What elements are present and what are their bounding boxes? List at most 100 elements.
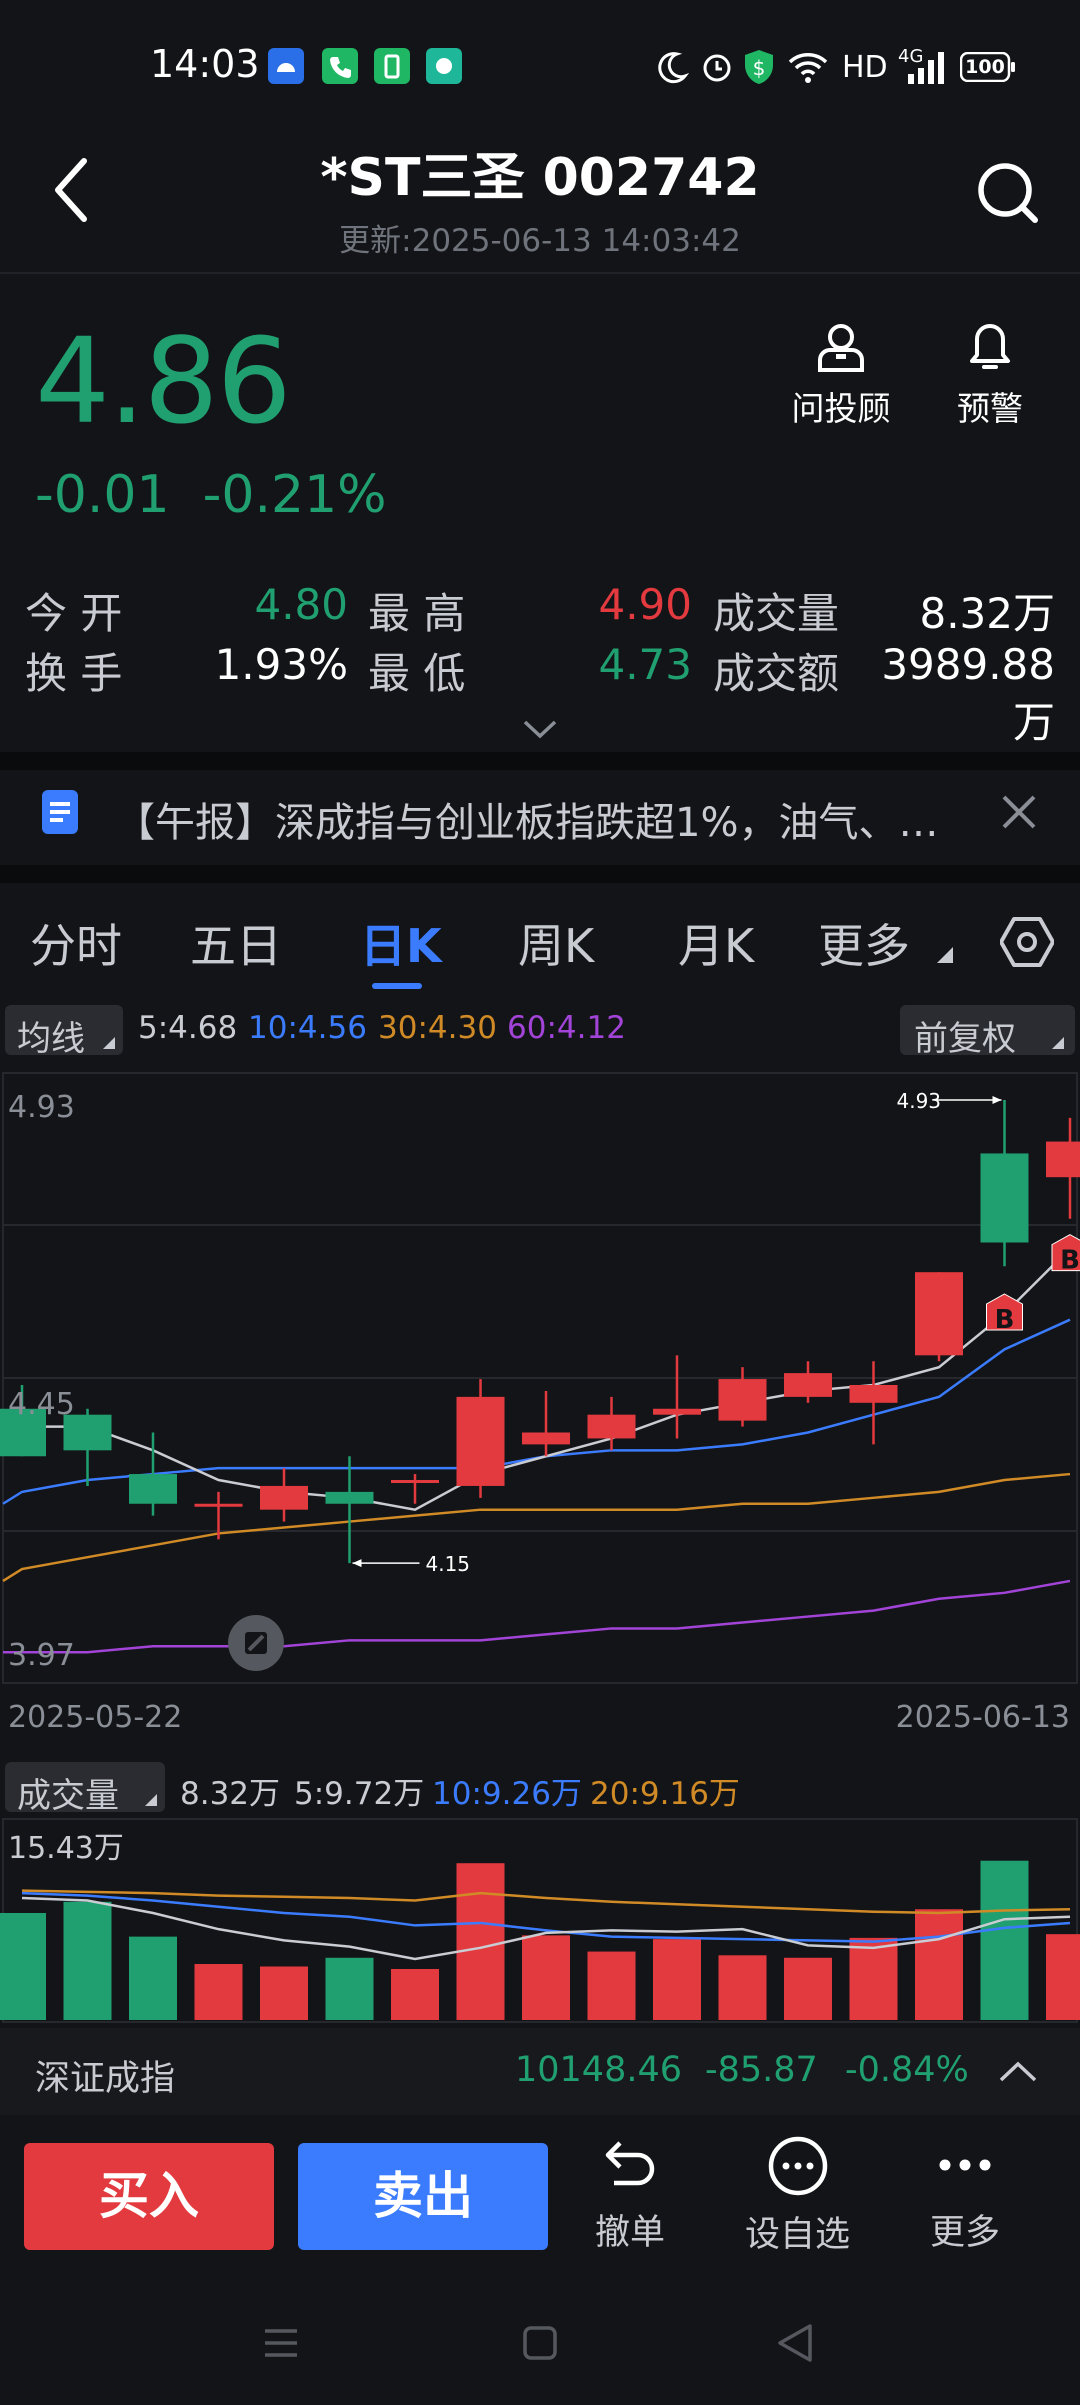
kline-grid [3, 1073, 1077, 1683]
volume-ma10: 10:9.26万 [432, 1768, 582, 1813]
ma-selector-label: 均线 [17, 1011, 85, 1060]
wifi-icon [788, 50, 828, 84]
candle-body [326, 1492, 374, 1504]
change-value: -0.01 [35, 465, 170, 525]
ma5-value: 5:4.68 [138, 1010, 237, 1046]
volume-bar [260, 1966, 308, 2020]
more-dots-icon [933, 2135, 997, 2195]
high-marker-arrow [993, 1096, 1002, 1104]
high-value: 4.90 [560, 580, 692, 629]
volume-selector[interactable]: 成交量 [5, 1762, 165, 1812]
candle-body [784, 1373, 832, 1397]
sell-button[interactable]: 卖出 [298, 2143, 548, 2250]
amount-value: 3989.88万 [840, 640, 1055, 750]
candle-body [457, 1397, 505, 1486]
index-name: 深证成指 [35, 2050, 175, 2101]
volume-y-top: 15.43万 [8, 1823, 124, 1867]
menu-icon[interactable] [263, 2325, 299, 2361]
network-label: HD [842, 50, 888, 85]
stats-row-2: 换 手 1.93% 最 低 4.73 成交额 3989.88万 [0, 640, 1080, 700]
candle-body [1046, 1142, 1080, 1178]
advisor-button[interactable]: 问投顾 [786, 322, 896, 430]
more-button[interactable]: 更多 [915, 2135, 1015, 2255]
news-text[interactable]: 【午报】深成指与创业板指跌超1%，油气、… [115, 790, 965, 848]
ma-selector[interactable]: 均线 [5, 1005, 123, 1055]
volume-chart[interactable] [0, 1818, 1080, 2023]
kline-chart[interactable]: 4.93 4.15 B B [0, 1072, 1080, 1684]
advisor-icon [816, 322, 866, 374]
battery-saver-icon [374, 48, 410, 84]
ma60-value: 60:4.12 [507, 1010, 626, 1046]
volume-bar [64, 1902, 112, 2020]
signal-icon [900, 50, 944, 84]
low-marker-label: 4.15 [426, 1552, 471, 1576]
volume-current: 8.32万 [180, 1768, 280, 1813]
amount-label: 成交额 [713, 640, 839, 701]
ma10-value: 10:4.56 [248, 1010, 367, 1046]
chevron-up-icon[interactable] [998, 2060, 1038, 2084]
settings-icon[interactable] [1000, 915, 1054, 969]
buy-marker-label: B [1060, 1246, 1080, 1276]
header-divider [0, 272, 1080, 274]
back-nav-icon[interactable] [776, 2323, 814, 2363]
phone-icon [322, 48, 358, 84]
kline-ma-lines [3, 1248, 1070, 1652]
cancel-order-button[interactable]: 撤单 [580, 2135, 680, 2255]
volume-selector-label: 成交量 [17, 1768, 119, 1817]
volume-bar [653, 1939, 701, 2020]
open-label: 今 开 [25, 580, 122, 641]
section-divider-2 [0, 865, 1080, 883]
candle-body [653, 1409, 701, 1415]
y-axis-top: 4.93 [8, 1090, 75, 1125]
tab-monthly-k[interactable]: 月K [678, 910, 754, 976]
vol_ma10-line [22, 1893, 1070, 1942]
low-label: 最 低 [368, 640, 465, 701]
chevron-down-icon[interactable] [522, 718, 558, 740]
candle-body [195, 1504, 243, 1507]
dropdown-triangle-icon [103, 1037, 115, 1049]
volume-bar [1046, 1934, 1080, 2020]
alert-button[interactable]: 预警 [935, 322, 1045, 430]
tab-more[interactable]: 更多 [818, 910, 910, 976]
candle-body [981, 1153, 1029, 1242]
page-title: *ST三圣 002742 [0, 135, 1080, 210]
home-icon[interactable] [522, 2325, 558, 2361]
volume-value: 8.32万 [860, 580, 1055, 641]
tab-five-day[interactable]: 五日 [190, 910, 282, 976]
tab-intraday[interactable]: 分时 [30, 910, 122, 976]
tab-weekly-k[interactable]: 周K [518, 910, 594, 976]
tab-daily-k[interactable]: 日K [360, 910, 442, 976]
low-marker-arrow [353, 1559, 362, 1567]
high-label: 最 高 [368, 580, 465, 641]
add-watchlist-button[interactable]: 设自选 [735, 2135, 860, 2257]
adjust-label: 前复权 [914, 1011, 1016, 1060]
volume-bar [326, 1958, 374, 2020]
index-value: 10148.46 [515, 2050, 682, 2090]
volume-bar [129, 1937, 177, 2020]
open-value: 4.80 [220, 580, 348, 629]
ma5-line [3, 1248, 1070, 1509]
ma30-value: 30:4.30 [378, 1010, 497, 1046]
document-icon [42, 790, 78, 834]
turnover-label: 换 手 [25, 640, 122, 701]
index-bar[interactable]: 深证成指 10148.46 -85.87 -0.84% [0, 2028, 1080, 2116]
battery-level: 100 [963, 56, 1007, 78]
add-watchlist-label: 设自选 [735, 2206, 860, 2257]
buy-button[interactable]: 买入 [24, 2143, 274, 2250]
draw-tool-button[interactable] [228, 1615, 284, 1671]
more-label: 更多 [915, 2204, 1015, 2255]
x-axis-end: 2025-06-13 [896, 1700, 1070, 1735]
low-value: 4.73 [560, 640, 692, 689]
y-axis-mid: 4.45 [8, 1387, 75, 1422]
dropdown-triangle-icon [1052, 1037, 1064, 1049]
volume-bar [915, 1909, 963, 2020]
pencil-icon [228, 1615, 284, 1671]
x-axis-start: 2025-05-22 [8, 1700, 182, 1735]
buy-marker-label: B [995, 1305, 1015, 1335]
close-icon[interactable] [1000, 793, 1038, 831]
search-icon[interactable] [975, 160, 1041, 226]
volume-bars [0, 1861, 1080, 2020]
volume-bar [391, 1969, 439, 2020]
adjust-selector[interactable]: 前复权 [900, 1005, 1075, 1055]
update-time: 更新:2025-06-13 14:03:42 [0, 215, 1080, 260]
